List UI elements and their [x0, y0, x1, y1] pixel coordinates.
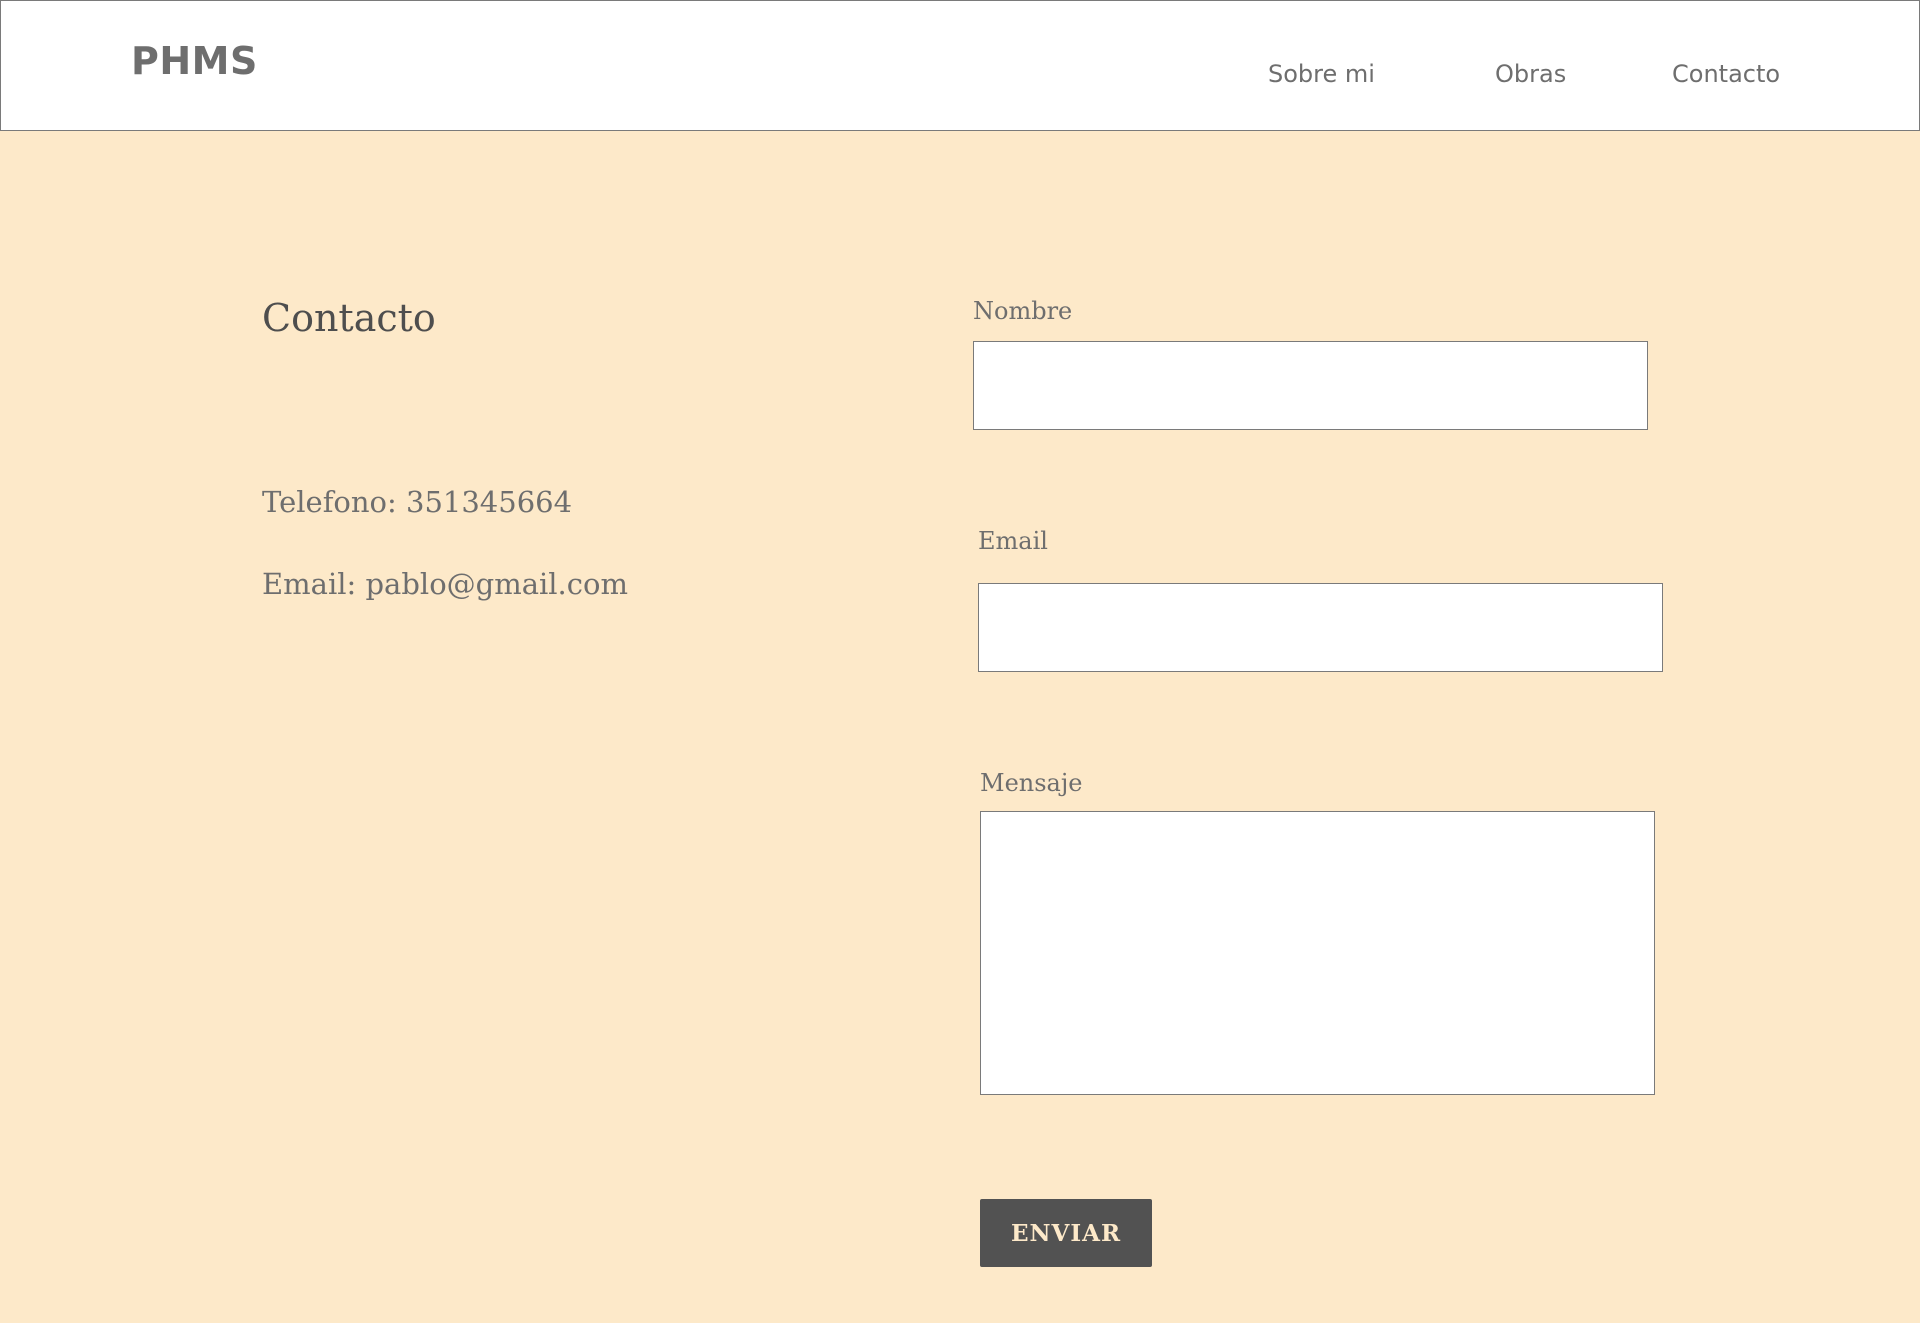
- site-header: PHMS Sobre mi Obras Contacto: [0, 0, 1920, 131]
- nav-link-contacto[interactable]: Contacto: [1672, 60, 1780, 88]
- message-textarea[interactable]: [980, 811, 1655, 1095]
- nav-link-obras[interactable]: Obras: [1495, 60, 1566, 88]
- message-label: Mensaje: [980, 769, 1083, 797]
- name-label: Nombre: [973, 297, 1073, 325]
- email-label: Email: [978, 527, 1048, 555]
- nav-link-sobre-mi[interactable]: Sobre mi: [1268, 60, 1375, 88]
- contact-email: Email: pablo@gmail.com: [262, 567, 628, 601]
- page-title: Contacto: [262, 296, 436, 340]
- email-input[interactable]: [978, 583, 1663, 672]
- name-input[interactable]: [973, 341, 1648, 430]
- site-logo[interactable]: PHMS: [131, 39, 258, 83]
- contact-phone: Telefono: 351345664: [262, 485, 573, 519]
- submit-button[interactable]: ENVIAR: [980, 1199, 1152, 1267]
